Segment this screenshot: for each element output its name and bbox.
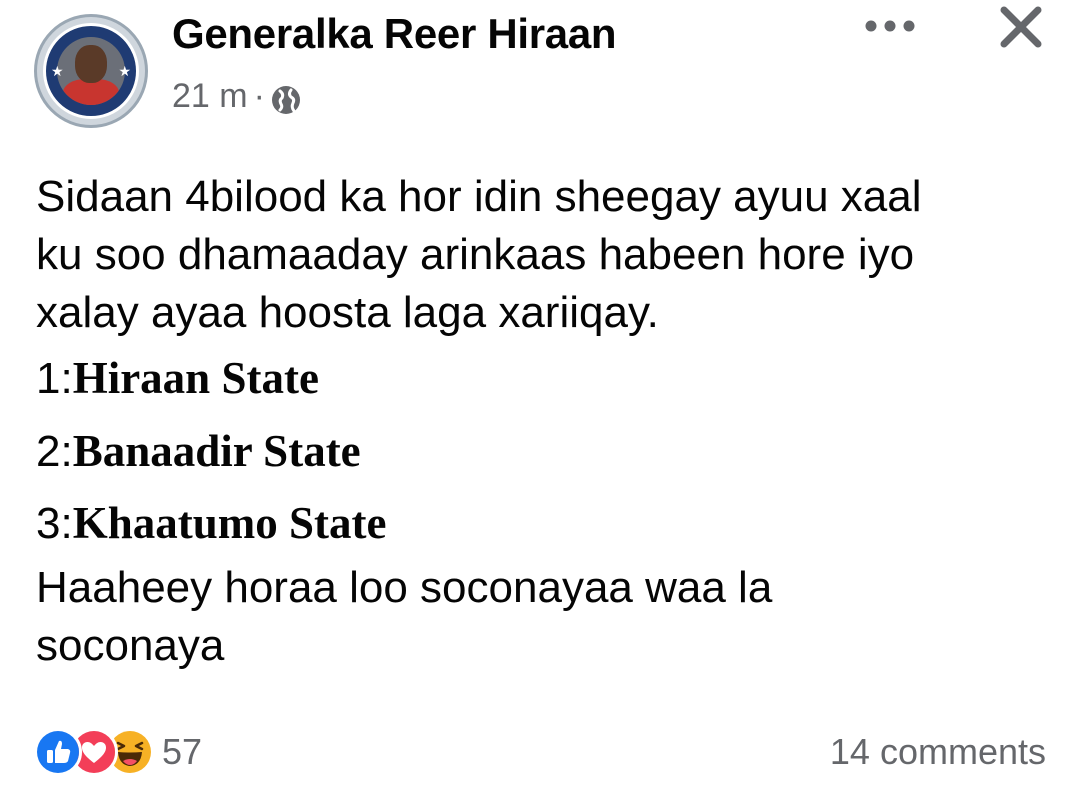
close-post-button[interactable] [990,0,1052,58]
post-line: soconaya [36,621,225,670]
post-line: Sidaan 4bilood ka hor idin sheegay ayuu … [36,172,922,221]
reaction-count: 57 [162,731,203,772]
author-avatar[interactable]: ★ ★ [34,14,148,128]
meta-separator: · [253,77,265,115]
post-line: xalay ayaa hoosta laga xariiqay. [36,288,659,337]
post-text: Sidaan 4bilood ka hor idin sheegay ayuu … [36,168,1046,675]
more-options-button[interactable] [858,2,922,54]
star-icon: ★ [51,63,64,79]
like-icon [34,728,82,776]
more-horizontal-icon [864,19,916,38]
comments-count-link[interactable]: 14 comments [830,728,1046,776]
avatar-photo [57,37,125,105]
post-line: ku soo dhamaaday arinkaas habeen hore iy… [36,230,915,279]
post-meta: 21 m · [172,74,301,118]
list-item: 2:Banaadir State [36,426,361,476]
post-timestamp[interactable]: 21 m [172,74,248,118]
reactions-summary[interactable]: 57 [34,728,202,776]
state-name: Hiraan State [72,353,319,403]
author-name[interactable]: Generalka Reer Hiraan [172,8,617,60]
state-name: Khaatumo State [72,498,387,548]
state-name: Banaadir State [72,426,361,476]
star-icon: ★ [118,63,131,79]
post-line: Haaheey horaa loo soconayaa waa la [36,563,773,612]
close-icon [999,5,1043,54]
globe-icon [271,82,301,114]
list-item: 1:Hiraan State [36,353,319,403]
list-item: 3:Khaatumo State [36,498,387,548]
